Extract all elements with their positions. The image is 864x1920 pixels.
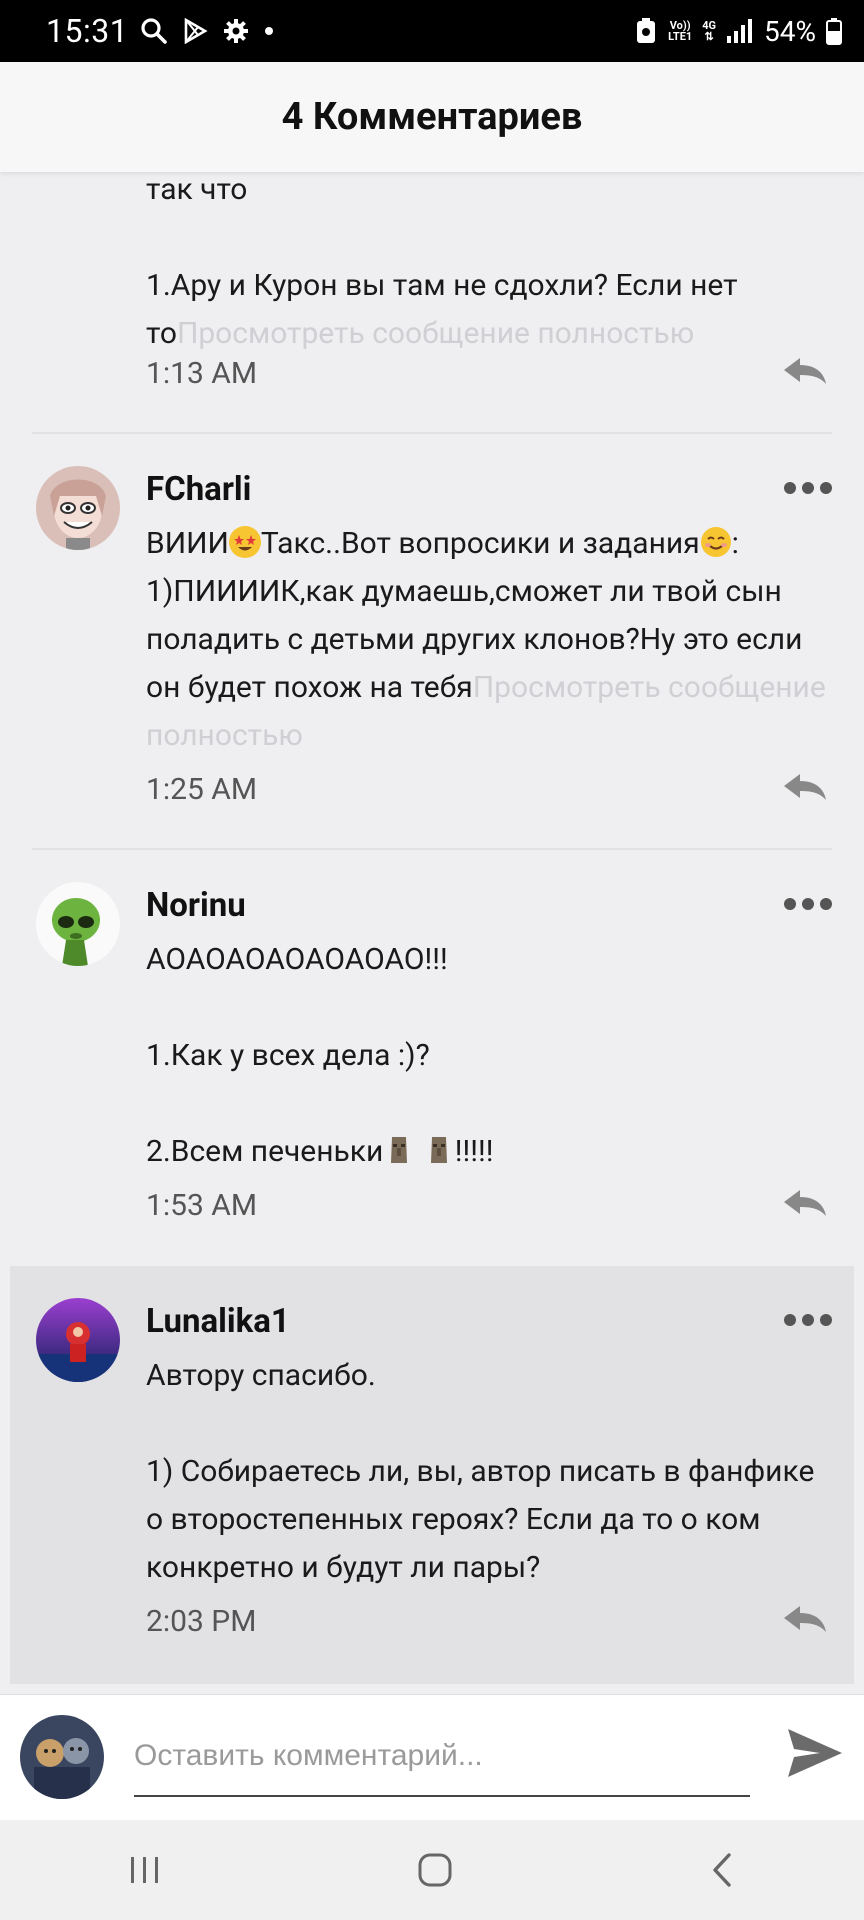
read-more-link[interactable]: Просмотреть сообщение полностью: [177, 316, 694, 351]
battery-icon: [826, 17, 842, 45]
comment-text-part: 2.Всем печеньки: [146, 1134, 384, 1169]
avatar[interactable]: [36, 466, 120, 550]
moai-emoji-icon: [423, 1134, 455, 1166]
moai-emoji-icon: [383, 1134, 415, 1166]
more-dots-icon[interactable]: [784, 482, 832, 494]
notification-dot-icon: [264, 26, 274, 36]
avatar[interactable]: [36, 882, 120, 966]
gear-icon: [222, 17, 250, 45]
comment-text: АОАОАОАОАОАОАО!!! 1.Как у всех дела :)? …: [146, 936, 834, 1176]
comment-item: так что 1.Ару и Курон вы там не сдохли? …: [10, 172, 854, 434]
comment-author[interactable]: FCharli: [146, 470, 251, 509]
signal-icon: [726, 18, 754, 44]
more-dots-icon[interactable]: [784, 1314, 832, 1326]
comment-text-part: !!!!!: [454, 1134, 494, 1169]
star-eyes-emoji-icon: [228, 526, 261, 558]
comment-text: Автору спасибо. 1) Собираетесь ли, вы, а…: [146, 1358, 815, 1585]
system-nav-bar: [0, 1820, 864, 1920]
reply-icon[interactable]: [782, 1604, 828, 1634]
status-time: 15:31: [46, 12, 129, 50]
send-icon[interactable]: [784, 1723, 844, 1783]
comment-composer: [0, 1694, 864, 1821]
data-saver-icon: [634, 17, 658, 45]
more-dots-icon[interactable]: [784, 898, 832, 910]
network-type: Vo)) LTE1: [668, 20, 692, 42]
home-icon[interactable]: [415, 1850, 455, 1890]
status-bar: 15:31 Vo)) LTE1 4G ⇅ 54%: [0, 0, 864, 62]
comment-item-highlighted: Lunalika1 Автору спасибо. 1) Собираетесь…: [10, 1266, 854, 1684]
comment-text-part: Такс..Вот вопросики и задания: [260, 526, 700, 561]
recents-icon[interactable]: [125, 1853, 165, 1887]
signal-4g-label: 4G: [702, 19, 717, 32]
comment-author[interactable]: Norinu: [146, 886, 246, 925]
comment-time: 1:13 AM: [146, 356, 258, 391]
comment-time: 2:03 PM: [146, 1604, 257, 1639]
search-icon: [140, 17, 168, 45]
avatar[interactable]: [36, 1298, 120, 1382]
comment-text-part: ВИИИ: [146, 526, 229, 561]
comment-item: Norinu АОАОАОАОАОАОАО!!! 1.Как у всех де…: [10, 850, 854, 1266]
smile-emoji-icon: [700, 526, 732, 558]
comment-author[interactable]: Lunalika1: [146, 1302, 290, 1341]
comment-time: 1:53 AM: [146, 1188, 258, 1223]
reply-icon[interactable]: [782, 356, 828, 386]
reply-icon[interactable]: [782, 1188, 828, 1218]
comment-text-part: АОАОАОАОАОАОАО!!! 1.Как у всех дела :)?: [146, 942, 448, 1073]
battery-percent: 54%: [764, 14, 816, 48]
user-avatar: [20, 1715, 104, 1799]
lte-label: LTE1: [668, 30, 693, 43]
comment-item: FCharli ВИИИ Такс..Вот вопросики и задани…: [10, 434, 854, 850]
page-title: 4 Комментариев: [281, 95, 583, 139]
back-icon[interactable]: [705, 1850, 739, 1890]
comment-list[interactable]: так что 1.Ару и Курон вы там не сдохли? …: [10, 172, 854, 1684]
comments-header: 4 Комментариев: [0, 62, 864, 172]
reply-icon[interactable]: [782, 772, 828, 802]
comment-input[interactable]: [134, 1717, 750, 1797]
data-indicator: 4G ⇅: [702, 19, 717, 43]
comment-text: ВИИИ Такс..Вот вопросики и задания: 1)ПИИ…: [146, 520, 834, 760]
comment-text: так что 1.Ару и Курон вы там не сдохли? …: [146, 172, 834, 358]
play-store-icon: [182, 18, 208, 44]
comment-time: 1:25 AM: [146, 772, 258, 807]
